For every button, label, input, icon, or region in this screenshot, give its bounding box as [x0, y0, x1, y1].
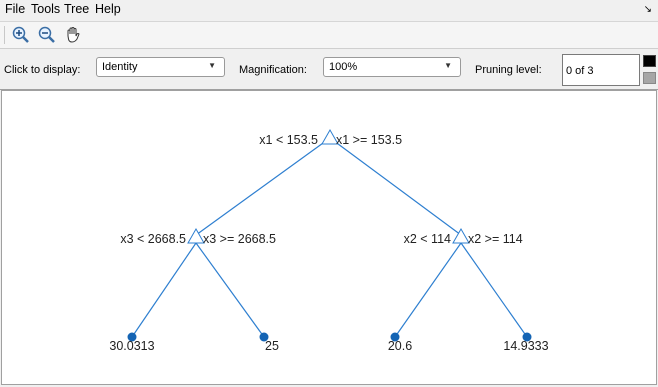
display-label: Click to display:: [4, 64, 81, 76]
chevron-down-icon: ▼: [208, 61, 216, 70]
toolbar-separator: [4, 26, 5, 44]
pruning-slider-light[interactable]: [643, 72, 656, 84]
left-node-left-rule: x3 < 2668.5: [120, 232, 186, 246]
toolbar: [0, 22, 658, 49]
chevron-down-icon: ▼: [444, 61, 452, 70]
leaf-value: 25: [265, 339, 279, 353]
tree-edge: [131, 242, 197, 338]
pruning-label: Pruning level:: [475, 64, 542, 76]
right-node-left-rule: x2 < 114: [404, 232, 451, 246]
dock-arrow-icon[interactable]: ↘: [644, 4, 652, 15]
magnification-select[interactable]: 100% ▼: [323, 57, 461, 77]
tree-edge: [394, 242, 462, 338]
menu-help[interactable]: Help: [95, 2, 121, 16]
control-bar: Click to display: Identity ▼ Magnificati…: [0, 49, 658, 90]
leaf-value: 14.9333: [503, 339, 548, 353]
magnification-select-value: 100%: [329, 61, 358, 73]
pruning-level-field[interactable]: 0 of 3: [562, 54, 640, 86]
regression-tree: x1 < 153.5 x1 >= 153.5 x3 < 2668.5 x3 >=…: [109, 128, 549, 353]
magnification-label: Magnification:: [239, 64, 307, 76]
display-select[interactable]: Identity ▼: [96, 57, 225, 77]
right-node-right-rule: x2 >= 114: [468, 232, 523, 246]
pan-hand-icon[interactable]: [63, 25, 83, 45]
root-right-rule: x1 >= 153.5: [336, 133, 402, 147]
pruning-level-value: 0 of 3: [566, 65, 594, 77]
leaf-value: 20.6: [388, 339, 412, 353]
left-node-right-rule: x3 >= 2668.5: [203, 232, 276, 246]
menu-tree[interactable]: Tree: [64, 2, 89, 16]
menu-file[interactable]: File: [5, 2, 25, 16]
leaf-value: 30.0313: [109, 339, 154, 353]
zoom-in-icon[interactable]: [11, 25, 31, 45]
pruning-slider-dark[interactable]: [643, 55, 656, 67]
tree-canvas: x1 < 153.5 x1 >= 153.5 x3 < 2668.5 x3 >=…: [1, 90, 657, 385]
menu-tools[interactable]: Tools: [31, 2, 60, 16]
tree-edge: [329, 137, 462, 236]
tree-edge: [195, 242, 265, 338]
tree-edge: [460, 242, 528, 338]
display-select-value: Identity: [102, 61, 138, 73]
zoom-out-icon[interactable]: [37, 25, 57, 45]
menu-bar: File Tools Tree Help ↘: [0, 0, 658, 22]
root-left-rule: x1 < 153.5: [259, 133, 318, 147]
tree-edge: [195, 137, 331, 236]
